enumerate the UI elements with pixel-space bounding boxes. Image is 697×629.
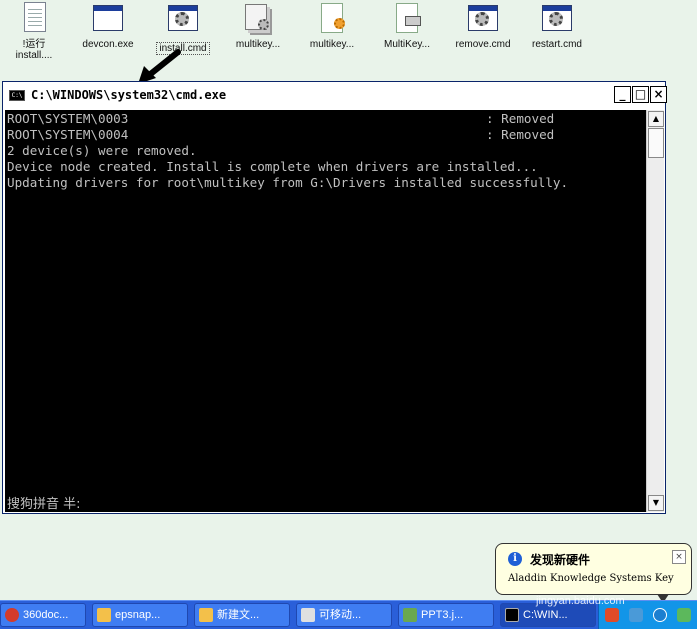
console-line: Updating drivers for root\multikey from …	[7, 175, 569, 190]
folder-icon	[97, 608, 111, 622]
ime-status-bar[interactable]: 搜狗拼音 半:	[7, 493, 81, 512]
image-file-icon	[403, 608, 417, 622]
close-button[interactable]: ×	[650, 86, 667, 103]
balloon-text: Aladdin Knowledge Systems Key	[508, 573, 674, 584]
desktop-icon-remove-cmd[interactable]: remove.cmd	[445, 2, 521, 50]
dll-file-icon	[396, 3, 421, 33]
chevron-left-icon[interactable]	[653, 608, 667, 622]
balloon-title: 发现新硬件	[530, 553, 591, 567]
info-icon: i	[508, 552, 522, 566]
driver-stack-icon	[245, 4, 269, 30]
inf-setup-icon	[321, 3, 345, 33]
cmd-icon	[505, 608, 519, 622]
cmd-console-window[interactable]: C:\ C:\WINDOWS\system32\cmd.exe _ □ × RO…	[2, 81, 667, 514]
desktop-icon-multikey-2[interactable]: multikey...	[294, 2, 370, 50]
desktop-icon-devcon[interactable]: devcon.exe	[70, 2, 146, 50]
cmd-app-icon: C:\	[9, 90, 25, 101]
new-hardware-balloon[interactable]: i 发现新硬件 × Aladdin Knowledge Systems Key	[495, 543, 692, 603]
scroll-down-button[interactable]: ▼	[648, 495, 664, 511]
desktop-icon-multikey-1[interactable]: multikey...	[220, 2, 296, 50]
taskbar-item-ppt3[interactable]: PPT3.j...	[398, 603, 494, 627]
console-line: ROOT\SYSTEM\0004	[7, 127, 129, 142]
scroll-thumb[interactable]	[648, 128, 664, 158]
cmd-gear-icon	[168, 5, 198, 31]
console-titlebar[interactable]: C:\ C:\WINDOWS\system32\cmd.exe _ □ ×	[3, 82, 667, 109]
balloon-close-button[interactable]: ×	[672, 550, 686, 564]
network-icon[interactable]	[677, 608, 691, 622]
shield-icon[interactable]	[629, 608, 643, 622]
taskbar-item-removable-disk[interactable]: 可移动...	[296, 603, 392, 627]
desktop-icon-run-install[interactable]: !运行 install....	[0, 2, 72, 61]
console-title: C:\WINDOWS\system32\cmd.exe	[31, 88, 227, 102]
scroll-up-button[interactable]: ▲	[648, 111, 664, 127]
minimize-button[interactable]: _	[614, 86, 631, 103]
maximize-button[interactable]: □	[632, 86, 649, 103]
cmd-gear-icon	[468, 5, 498, 31]
taskbar-item-epsnap[interactable]: epsnap...	[92, 603, 188, 627]
cmd-gear-icon	[542, 5, 572, 31]
desktop-icon-multikey-3[interactable]: MultiKey...	[369, 2, 445, 50]
folder-icon	[199, 608, 213, 622]
console-line: Device node created. Install is complete…	[7, 159, 538, 174]
taskbar-item-new-folder[interactable]: 新建文...	[194, 603, 290, 627]
removable-drive-icon	[301, 608, 315, 622]
sogou-ime-icon[interactable]	[605, 608, 619, 622]
watermark: jingyan.baidu.com	[536, 595, 625, 607]
desktop-icons: !运行 install.... devcon.exe install.cmd m…	[0, 0, 697, 70]
vertical-scrollbar[interactable]: ▲ ▼	[646, 110, 664, 512]
desktop-icon-restart-cmd[interactable]: restart.cmd	[519, 2, 595, 50]
taskbar-item-360doc[interactable]: 360doc...	[0, 603, 86, 627]
console-line: ROOT\SYSTEM\0003	[7, 111, 129, 126]
console-line-status: : Removed	[486, 111, 555, 126]
console-line-status: : Removed	[486, 127, 555, 142]
text-file-icon	[24, 2, 46, 32]
exe-window-icon	[93, 5, 123, 31]
console-line: 2 device(s) were removed.	[7, 143, 197, 158]
browser-icon	[5, 608, 19, 622]
console-output[interactable]: ROOT\SYSTEM\0003 : Removed ROOT\SYSTEM\0…	[5, 110, 646, 512]
